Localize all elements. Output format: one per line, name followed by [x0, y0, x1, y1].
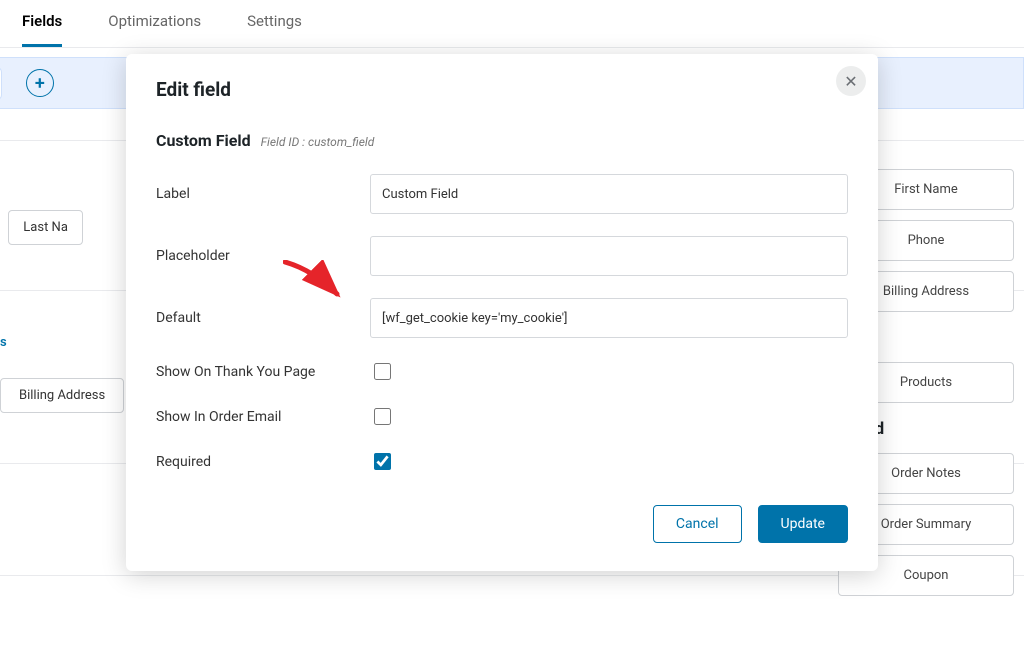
- section-header: Custom Field Field ID : custom_field: [156, 131, 848, 150]
- update-button[interactable]: Update: [758, 505, 848, 543]
- label-default: Default: [156, 310, 370, 326]
- placeholder-input[interactable]: [370, 236, 848, 276]
- left-chips-row: me Last Na: [0, 210, 83, 245]
- label-input[interactable]: [370, 174, 848, 214]
- field-chip[interactable]: Last Na: [8, 210, 83, 245]
- section-subtitle: Field ID : custom_field: [261, 135, 375, 149]
- tab-fields[interactable]: Fields: [22, 6, 62, 47]
- top-tabs: Fields Optimizations Settings: [0, 0, 1024, 48]
- label-order-email: Show In Order Email: [156, 409, 370, 425]
- close-icon: ✕: [844, 72, 857, 91]
- thank-you-checkbox[interactable]: [374, 363, 391, 380]
- close-button[interactable]: ✕: [836, 66, 866, 96]
- section-link[interactable]: s: [0, 335, 7, 350]
- modal-title: Edit field: [156, 78, 848, 101]
- label-placeholder: Placeholder: [156, 248, 370, 264]
- cancel-button[interactable]: Cancel: [653, 505, 742, 543]
- tab-optimizations[interactable]: Optimizations: [108, 6, 201, 47]
- edit-field-modal: ✕ Edit field Custom Field Field ID : cus…: [126, 54, 878, 571]
- step-pill[interactable]: p 2: [0, 67, 2, 100]
- label-label: Label: [156, 186, 370, 202]
- section-title: Custom Field: [156, 131, 251, 150]
- modal-buttons: Cancel Update: [156, 505, 848, 543]
- label-required: Required: [156, 454, 370, 470]
- label-thank-you: Show On Thank You Page: [156, 364, 370, 380]
- required-checkbox[interactable]: [374, 453, 391, 470]
- plus-icon: +: [35, 73, 45, 94]
- tab-settings[interactable]: Settings: [247, 6, 302, 47]
- default-input[interactable]: [370, 298, 848, 338]
- field-chip[interactable]: Billing Address: [0, 378, 124, 413]
- order-email-checkbox[interactable]: [374, 408, 391, 425]
- add-step-button[interactable]: +: [26, 69, 54, 97]
